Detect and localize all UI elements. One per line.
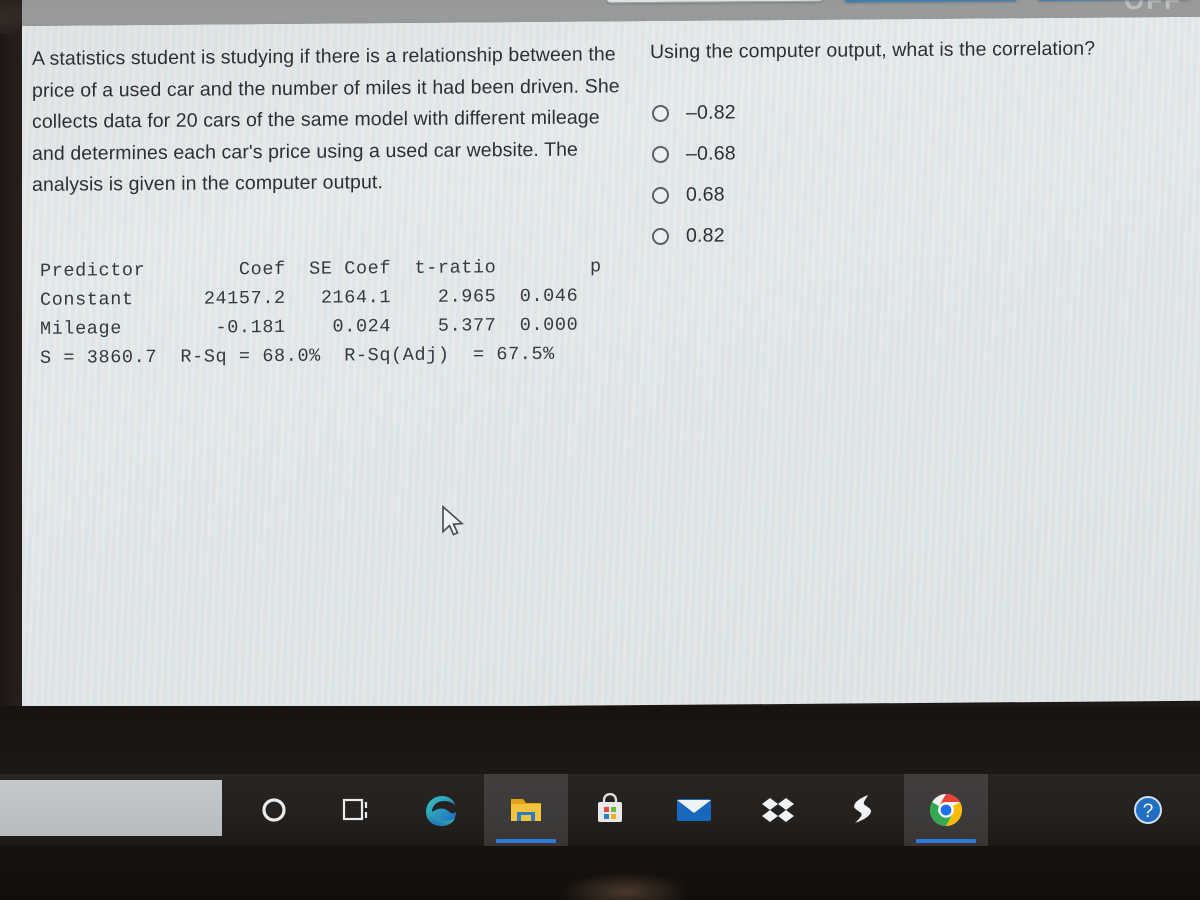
taskbar-item-task-view[interactable] bbox=[316, 774, 400, 846]
file-explorer-icon bbox=[511, 799, 541, 821]
taskbar-item-edge[interactable] bbox=[400, 774, 484, 846]
taskbar-item-microsoft-store[interactable] bbox=[568, 774, 652, 846]
footer-buttons: Save and Exit Next Submit bbox=[606, 0, 1192, 4]
question-stem: A statistics student is studying if ther… bbox=[32, 43, 620, 197]
next-arrow-icon bbox=[1015, 0, 1041, 2]
taskbar-item-dropbox[interactable] bbox=[736, 774, 820, 846]
taskbar-item-help[interactable]: ? bbox=[1118, 774, 1178, 846]
taskbar-item-file-explorer[interactable] bbox=[484, 774, 568, 846]
taskbar-item-mail[interactable] bbox=[652, 774, 736, 846]
svg-text:?: ? bbox=[1143, 801, 1154, 822]
taskbar-item-cortana[interactable] bbox=[232, 774, 316, 846]
choice-option-3[interactable]: 0.68 bbox=[652, 172, 1052, 216]
question-prompt: Using the computer output, what is the c… bbox=[650, 37, 1096, 64]
submit-button[interactable]: Submit bbox=[1036, 0, 1192, 2]
edge-icon bbox=[426, 796, 456, 826]
radio-button-icon[interactable] bbox=[652, 186, 669, 205]
microsoft-store-icon bbox=[598, 793, 622, 822]
radio-button-icon[interactable] bbox=[652, 145, 669, 164]
taskbar-search-box[interactable] bbox=[0, 780, 222, 836]
reflection-glow bbox=[560, 872, 690, 900]
computer-output-block: Predictor Coef SE Coef t-ratio p Constan… bbox=[40, 256, 602, 369]
next-button-label[interactable]: Next bbox=[844, 0, 1016, 3]
choice-option-1[interactable]: –0.82 bbox=[652, 90, 1052, 134]
radio-button-icon[interactable] bbox=[652, 227, 669, 246]
dropbox-icon bbox=[762, 798, 794, 822]
choice-label: 0.82 bbox=[686, 224, 725, 247]
mail-icon bbox=[677, 799, 711, 821]
desktop-gap bbox=[0, 706, 1200, 774]
taskbar-item-chrome[interactable] bbox=[904, 774, 988, 846]
choice-option-2[interactable]: –0.68 bbox=[652, 131, 1052, 175]
choice-label: 0.68 bbox=[686, 183, 725, 206]
choice-label: –0.68 bbox=[686, 142, 736, 165]
lightning-s-icon bbox=[854, 795, 871, 823]
radio-button-icon[interactable] bbox=[652, 104, 669, 123]
chrome-icon bbox=[929, 793, 963, 827]
choice-label: –0.82 bbox=[686, 101, 736, 124]
quiz-page: A statistics student is studying if ther… bbox=[22, 0, 1200, 711]
photo-of-laptop-screen: OFF A statistics student is studying if … bbox=[0, 0, 1200, 900]
answer-choices: –0.82 –0.68 0.68 0.82 bbox=[652, 90, 1052, 257]
task-view-icon bbox=[342, 798, 368, 821]
mouse-cursor-icon bbox=[442, 504, 464, 536]
taskbar-items bbox=[232, 774, 988, 846]
taskbar-item-lightning-s[interactable] bbox=[820, 774, 904, 846]
next-button[interactable]: Next bbox=[844, 0, 1041, 3]
quiz-footer: Mark this and return Save and Exit Next … bbox=[22, 0, 1200, 26]
save-and-exit-button[interactable]: Save and Exit bbox=[606, 0, 824, 4]
help-question-icon: ? bbox=[1134, 796, 1162, 824]
choice-option-4[interactable]: 0.82 bbox=[652, 213, 1052, 257]
cortana-icon bbox=[262, 798, 286, 822]
